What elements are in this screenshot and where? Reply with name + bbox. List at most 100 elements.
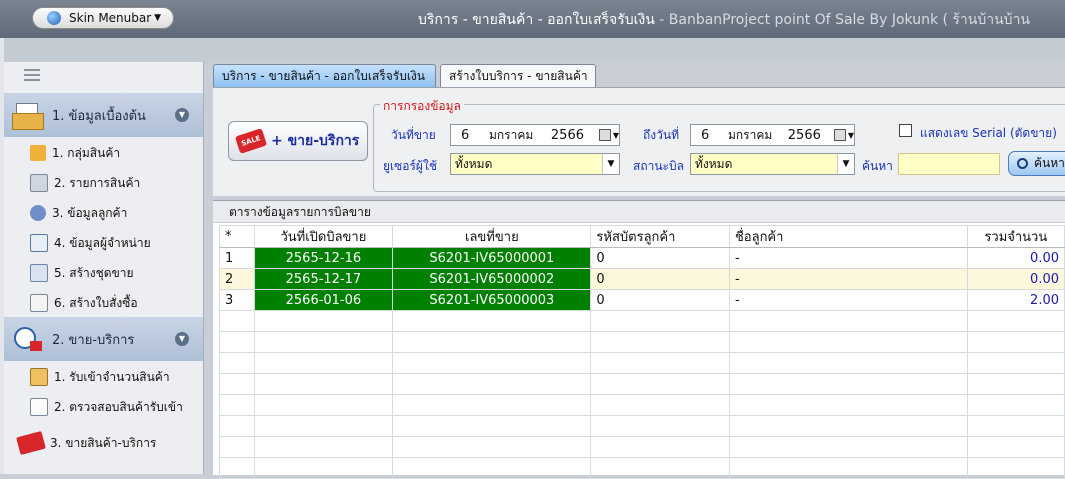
folder-icon (30, 145, 46, 161)
table-empty-row (219, 352, 1065, 374)
row-number: 2 (219, 268, 255, 290)
sidebar-item-check-received[interactable]: 2. ตรวจสอบสินค้ารับเข้า (4, 393, 203, 421)
user-select-value: ทั้งหมด (455, 156, 493, 171)
status-select[interactable]: ทั้งหมด ▼ (690, 153, 855, 175)
column-header-customer-card[interactable]: รหัสบัตรลูกค้า (590, 225, 730, 248)
sidebar-group-basic-data[interactable]: 1. ข้อมูลเบื้องต้น ▼ (4, 93, 203, 137)
sidebar-item-sale-sets[interactable]: 5. สร้างชุดขาย (4, 259, 203, 287)
sale-tag-icon (16, 430, 46, 456)
sidebar-item-label: 3. ขายสินค้า-บริการ (50, 435, 157, 450)
sidebar-item-product-groups[interactable]: 1. กลุ่มสินค้า (4, 139, 203, 167)
sale-tag-icon: SALE (234, 128, 268, 154)
dropdown-arrow-icon: ▼ (612, 130, 619, 140)
sidebar-item-sell-products[interactable]: 3. ขายสินค้า-บริการ (4, 429, 203, 457)
users-icon (30, 205, 46, 221)
chevron-down-icon[interactable]: ▼ (175, 108, 189, 122)
status-select-value: ทั้งหมด (695, 156, 733, 171)
clock-cart-icon (12, 325, 44, 353)
window-title: บริการ - ขายสินค้า - ออกใบเสร็จรับเงิน -… (418, 9, 1030, 31)
chevron-down-icon[interactable]: ▼ (175, 332, 189, 346)
document-add-icon (30, 294, 48, 312)
table-empty-row (219, 457, 1065, 479)
table-header-row: * วันที่เปิดบิลขาย เลขที่ขาย รหัสบัตรลูก… (219, 225, 1065, 248)
table-empty-row (219, 310, 1065, 332)
column-header-marker[interactable]: * (219, 225, 255, 248)
edit-document-icon (30, 398, 48, 416)
sidebar-item-products[interactable]: 2. รายการสินค้า (4, 169, 203, 197)
id-card-icon (30, 234, 48, 252)
cell-total: 0.00 (966, 268, 1065, 290)
column-header-open-date[interactable]: วันที่เปิดบิลขาย (253, 225, 394, 248)
skin-menubar-button[interactable]: Skin Menubar ▼ (32, 7, 174, 29)
cell-customer-name: - (728, 247, 968, 269)
date-to-label: ถึงวันที่ (643, 128, 679, 142)
cell-customer-card: 0 (590, 268, 730, 290)
table-empty-row (219, 394, 1065, 416)
sidebar-item-receive-stock[interactable]: 1. รับเข้าจำนวนสินค้า (4, 363, 203, 391)
new-sale-label: + ขาย-บริการ (271, 133, 360, 149)
cell-open-date: 2565-12-16 (253, 247, 394, 269)
table-row[interactable]: 1 2565-12-16 S6201-IV65000001 0 - 0.00 (219, 247, 1065, 269)
hamburger-menu-icon[interactable] (24, 69, 40, 81)
serial-checkbox[interactable] (899, 124, 912, 137)
table-empty-row (219, 436, 1065, 458)
search-button[interactable]: ค้นหา (1008, 151, 1065, 176)
bill-table: * วันที่เปิดบิลขาย เลขที่ขาย รหัสบัตรลูก… (219, 225, 1065, 479)
sidebar-item-label: 1. รับเข้าจำนวนสินค้า (54, 369, 170, 384)
magnifier-icon (1017, 158, 1028, 169)
sidebar-item-label: 4. ข้อมูลผู้จำหน่าย (54, 235, 151, 250)
date-from-picker[interactable]: 6 มกราคม 2566 ▼ (450, 124, 620, 146)
date-from-day: 6 (461, 127, 470, 143)
cell-invoice-no: S6201-IV65000003 (392, 289, 592, 311)
date-to-picker[interactable]: 6 มกราคม 2566 ▼ (690, 124, 855, 146)
row-number: 3 (219, 289, 255, 311)
table-row[interactable]: 3 2566-01-06 S6201-IV65000003 0 - 2.00 (219, 289, 1065, 311)
serial-checkbox-label: แสดงเลข Serial (ตัดขาย) (920, 126, 1057, 140)
sidebar-group-sales-service[interactable]: 2. ขาย-บริการ ▼ (4, 317, 203, 361)
date-to-day: 6 (701, 127, 710, 143)
table-row[interactable]: 2 2565-12-17 S6201-IV65000002 0 - 0.00 (219, 268, 1065, 290)
sidebar-item-label: 3. ข้อมูลลูกค้า (52, 205, 128, 220)
window-title-main: บริการ - ขายสินค้า - ออกใบเสร็จรับเงิน (418, 12, 655, 28)
grid-caption: ตารางข้อมูลรายการบิลขาย (213, 201, 1065, 223)
inbox-icon (30, 368, 48, 386)
sidebar-group-label: 2. ขาย-บริการ (52, 332, 135, 348)
tab-create-service-bill[interactable]: สร้างใบบริการ - ขายสินค้า (440, 64, 596, 87)
tab-sales-receipts[interactable]: บริการ - ขายสินค้า - ออกใบเสร็จรับเงิน (213, 64, 436, 87)
chevron-down-icon: ▼ (602, 154, 619, 174)
cell-invoice-no: S6201-IV65000002 (392, 268, 592, 290)
user-select[interactable]: ทั้งหมด ▼ (450, 153, 620, 175)
sidebar: 1. ข้อมูลเบื้องต้น ▼ 1. กลุ่มสินค้า 2. ร… (4, 62, 204, 474)
new-sale-button[interactable]: SALE + ขาย-บริการ (228, 121, 368, 161)
sidebar-item-label: 2. ตรวจสอบสินค้ารับเข้า (54, 399, 183, 414)
cell-open-date: 2565-12-17 (253, 268, 394, 290)
filter-panel: SALE + ขาย-บริการ การกรองข้อมูล วันที่ขา… (213, 87, 1065, 196)
table-empty-row (219, 415, 1065, 437)
cell-invoice-no: S6201-IV65000001 (392, 247, 592, 269)
column-header-total[interactable]: รวมจำนวน (966, 225, 1065, 248)
date-to-month: มกราคม (728, 127, 773, 142)
search-button-label: ค้นหา (1034, 156, 1065, 170)
sidebar-item-suppliers[interactable]: 4. ข้อมูลผู้จำหน่าย (4, 229, 203, 257)
cell-customer-card: 0 (590, 247, 730, 269)
sidebar-group-label: 1. ข้อมูลเบื้องต้น (52, 108, 146, 124)
sidebar-item-purchase-orders[interactable]: 6. สร้างใบสั่งซื้อ (4, 289, 203, 317)
user-label: ยูเซอร์ผู้ใช้ (383, 159, 437, 173)
search-input[interactable] (898, 153, 1000, 175)
document-stack-icon (30, 264, 48, 282)
status-label: สถานะบิล (633, 159, 684, 173)
row-number: 1 (219, 247, 255, 269)
date-from-year: 2566 (550, 127, 584, 143)
column-header-customer-name[interactable]: ชื่อลูกค้า (728, 225, 968, 248)
title-bar: Skin Menubar ▼ บริการ - ขายสินค้า - ออกใ… (0, 0, 1065, 38)
table-empty-row (219, 331, 1065, 353)
bill-grid-panel: ตารางข้อมูลรายการบิลขาย * วันที่เปิดบิลข… (213, 200, 1065, 479)
cell-total: 0.00 (966, 247, 1065, 269)
column-header-invoice-no[interactable]: เลขที่ขาย (392, 225, 592, 248)
sidebar-item-customers[interactable]: 3. ข้อมูลลูกค้า (4, 199, 203, 227)
date-from-month: มกราคม (488, 127, 534, 142)
filter-groupbox (373, 104, 1065, 192)
product-list-icon (30, 174, 48, 192)
sidebar-item-label: 6. สร้างใบสั่งซื้อ (54, 295, 138, 310)
apple-icon (47, 11, 61, 25)
